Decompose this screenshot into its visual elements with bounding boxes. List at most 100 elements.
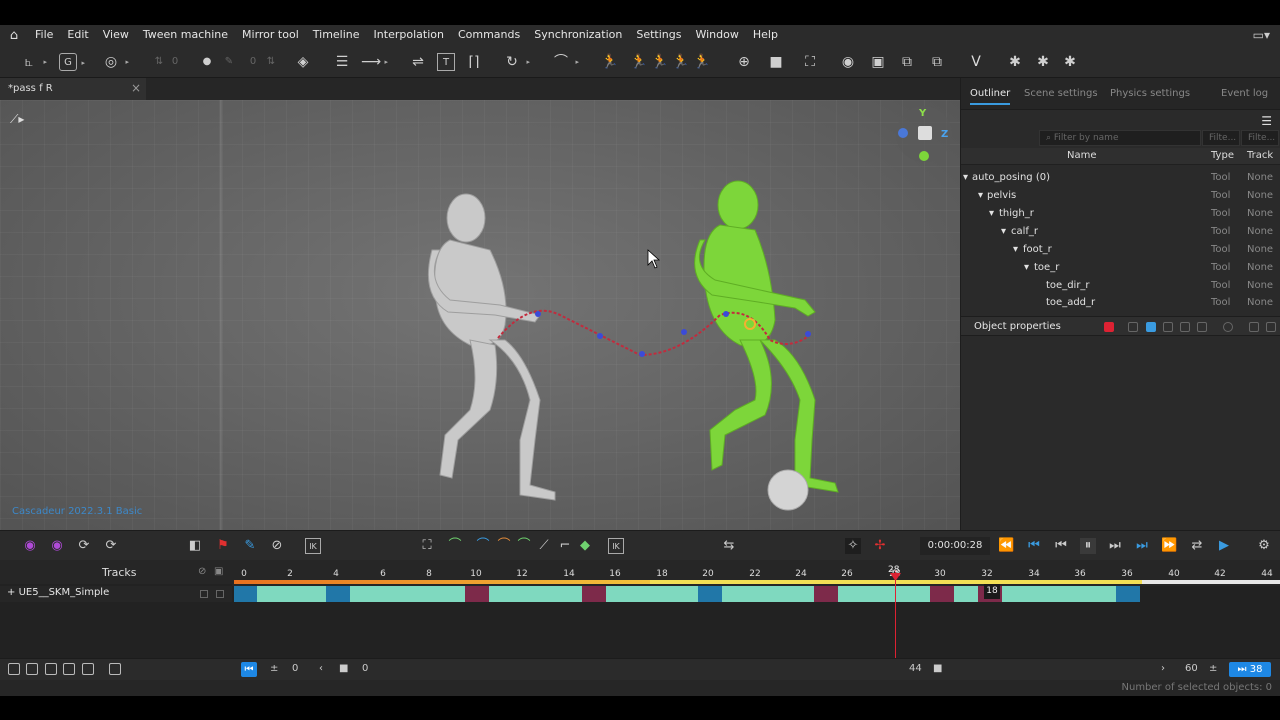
menu-tween-machine[interactable]: Tween machine [136, 25, 235, 45]
pose-run-4-icon[interactable]: 🏃 [672, 53, 690, 71]
menu-help[interactable]: Help [746, 25, 785, 45]
pause-icon[interactable]: ⏸ [1080, 538, 1096, 554]
interp-key-icon[interactable]: ◆ [577, 538, 593, 554]
interp-bezier-icon[interactable]: ⌒ [447, 538, 463, 554]
rig-tool-3-icon[interactable]: ✱ [1061, 53, 1079, 71]
fulcrum-2-icon[interactable]: ◉ [49, 538, 65, 554]
key-interval[interactable] [489, 586, 582, 602]
layout-5-icon[interactable] [82, 663, 94, 675]
ring-icon[interactable]: ◉ [839, 53, 857, 71]
rewind-icon[interactable]: ⏪ [998, 538, 1014, 554]
menu-commands[interactable]: Commands [451, 25, 527, 45]
prop-box-icon[interactable] [1163, 322, 1173, 332]
menu-mirror-tool[interactable]: Mirror tool [235, 25, 306, 45]
interp-clamped-icon[interactable]: ⌒ [475, 538, 491, 554]
interp-straight-icon[interactable]: ⟋ [536, 538, 552, 554]
lock-icon[interactable]: ▣ [214, 566, 223, 577]
paste-pose-icon[interactable]: ⧉ [928, 53, 946, 71]
home-icon[interactable]: ⌂ [0, 28, 28, 43]
list-tool-icon[interactable]: ☰ [333, 53, 351, 71]
ik-2-icon[interactable]: IK [608, 538, 624, 554]
point-icon[interactable]: ● [198, 53, 216, 71]
fps-stepper-icon[interactable]: ± [1209, 663, 1217, 674]
gizmo-center-cube[interactable] [918, 126, 932, 140]
last-frame-button[interactable]: ⏭ 38 [1229, 662, 1271, 677]
outliner-row[interactable]: ▾ pelvis Tool None [961, 187, 1279, 205]
pen-icon[interactable]: ✎ [220, 53, 238, 71]
playhead-snap-icon[interactable]: ✢ [872, 538, 888, 554]
loop-2-icon[interactable]: ⟳ [103, 538, 119, 554]
menu-view[interactable]: View [96, 25, 136, 45]
filter-name-input[interactable]: ⌕ Filter by name [1039, 130, 1201, 146]
play-icon[interactable]: ▶ [1216, 538, 1232, 554]
prop-export-icon[interactable] [1249, 322, 1259, 332]
add-track-icon[interactable] [109, 663, 121, 675]
red-tag-icon[interactable] [1104, 322, 1114, 332]
pose-run-3-icon[interactable]: 🏃 [651, 53, 669, 71]
menu-synchronization[interactable]: Synchronization [527, 25, 629, 45]
tree-arrow-icon[interactable]: ▾ [989, 205, 994, 223]
range-start-handle[interactable]: ■ [339, 663, 348, 674]
gizmo-y-negative[interactable] [919, 151, 929, 161]
gizmo-y-label[interactable]: Y [919, 108, 926, 119]
menu-edit[interactable]: Edit [60, 25, 95, 45]
visibility-icon[interactable]: ⊘ [198, 566, 206, 577]
jump-start-button[interactable]: ⏮ [241, 662, 257, 677]
tab-physics-settings[interactable]: Physics settings [1110, 88, 1190, 99]
column-type[interactable]: Type [1211, 150, 1234, 161]
key-interval[interactable] [465, 586, 489, 602]
eraser-icon[interactable]: ◈ [294, 53, 312, 71]
filter-track-input[interactable]: Filte... [1241, 130, 1279, 146]
prop-grid-icon[interactable] [1128, 322, 1138, 332]
key-interval[interactable] [698, 586, 722, 602]
interp-step-icon[interactable]: ⌐ [557, 538, 573, 554]
gizmo-x-dot[interactable] [898, 128, 908, 138]
menu-icon[interactable]: ☰ [1261, 114, 1272, 128]
text-tool-icon[interactable]: T [437, 53, 455, 71]
document-tab[interactable]: *pass f R × [0, 78, 146, 100]
key-interval[interactable] [350, 586, 465, 602]
frame-value-field[interactable]: 0 [362, 663, 368, 674]
menu-window[interactable]: Window [688, 25, 745, 45]
key-interval[interactable] [582, 586, 606, 602]
outliner-row[interactable]: ▾ calf_r Tool None [961, 223, 1279, 241]
no-interp-icon[interactable]: ⊘ [269, 538, 285, 554]
column-track[interactable]: Track [1247, 150, 1273, 161]
menu-interpolation[interactable]: Interpolation [367, 25, 451, 45]
column-name[interactable]: Name [1067, 150, 1097, 161]
viewport-tool-icon[interactable]: ⟋▸ [10, 112, 24, 127]
loop-icon[interactable]: ⟳ [76, 538, 92, 554]
eye-icon[interactable] [1223, 322, 1233, 332]
step-b-icon[interactable]: ⇅ [262, 53, 280, 71]
chevron-right-icon[interactable]: › [1161, 663, 1165, 674]
gizmo-z-label[interactable]: Z [941, 129, 948, 140]
pivot-icon[interactable]: ◎ [102, 53, 129, 71]
3d-viewport[interactable]: ⟋▸ Y Z Cascadeur 2022.3.1 Basic [0, 100, 960, 530]
interp-fixed-icon[interactable]: ⌒ [496, 538, 512, 554]
prev-key-icon[interactable]: ⏮ [1053, 538, 1069, 554]
outliner-row[interactable]: ▾ foot_r Tool None [961, 241, 1279, 259]
range-end-handle[interactable]: ■ [933, 663, 942, 674]
ghost-icon[interactable]: ✧ [845, 538, 861, 554]
go-start-icon[interactable]: ⏮ [1026, 538, 1042, 554]
field-a[interactable]: 0 [166, 53, 184, 71]
bracket-icon[interactable]: ⌈⌉ [465, 53, 483, 71]
menu-timeline[interactable]: Timeline [306, 25, 367, 45]
line-tool-icon[interactable]: ⟶ [361, 53, 388, 71]
outliner-row[interactable]: ▾ toe_r Tool None [961, 259, 1279, 277]
frame-icon[interactable]: ▣ [869, 53, 887, 71]
close-icon[interactable]: × [131, 78, 141, 99]
rig-tool-2-icon[interactable]: ✱ [1034, 53, 1052, 71]
pose-run-icon[interactable]: 🏃 [601, 53, 619, 71]
key-interval[interactable] [838, 586, 930, 602]
gear-icon[interactable]: ⚙ [1256, 538, 1272, 554]
tab-outliner[interactable]: Outliner [970, 88, 1011, 105]
camera-icon[interactable]: ■ [767, 53, 785, 71]
axis-tool-icon[interactable]: ⦜ [20, 53, 47, 71]
window-layout-icon[interactable]: ▭▾ [1253, 28, 1270, 42]
cascadeur-logo-icon[interactable]: V [967, 53, 985, 71]
focus-icon[interactable]: ⛶ [801, 53, 819, 71]
flag-icon[interactable]: ⚑ [215, 538, 231, 554]
timeline-ruler[interactable]: 0 2 4 6 8 10 12 14 16 18 20 22 24 26 28 … [232, 560, 1280, 586]
bezier-icon[interactable]: ⌒ [552, 53, 579, 71]
